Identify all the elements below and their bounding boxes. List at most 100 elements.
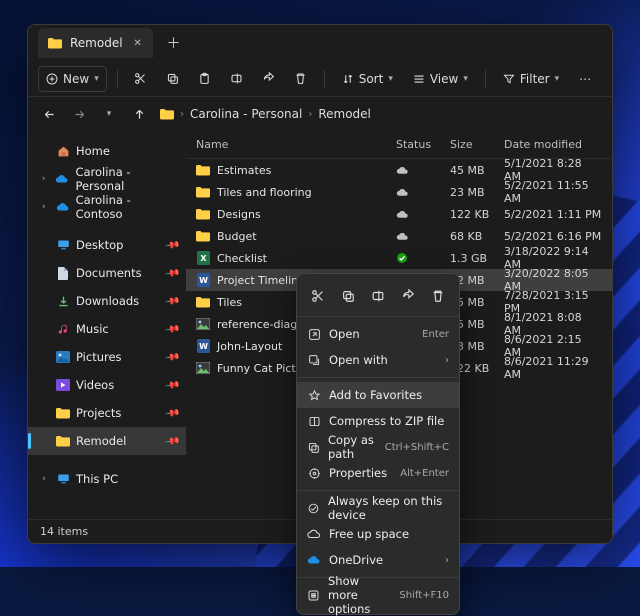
- sidebar-item-documents[interactable]: Documents📌: [28, 259, 186, 287]
- ctx-cut-button[interactable]: [306, 284, 330, 308]
- keep-icon: [307, 501, 320, 515]
- picture-icon: [56, 350, 70, 364]
- tab-remodel[interactable]: Remodel ✕: [38, 28, 153, 58]
- sidebar-item-home[interactable]: Home: [28, 137, 186, 165]
- breadcrumb-segment[interactable]: Carolina - Personal: [190, 107, 302, 121]
- sort-label: Sort: [359, 72, 384, 86]
- breadcrumb[interactable]: › Carolina - Personal › Remodel: [160, 107, 371, 121]
- ctx-share-button[interactable]: [396, 284, 420, 308]
- sidebar-item-label: Documents: [76, 266, 142, 280]
- file-name: Checklist: [217, 252, 267, 265]
- image-icon: [196, 361, 210, 375]
- ctx-compress-zip[interactable]: Compress to ZIP file: [297, 408, 459, 434]
- tab-close-icon[interactable]: ✕: [131, 36, 145, 50]
- col-name[interactable]: Name: [186, 138, 396, 151]
- ctx-rename-button[interactable]: [366, 284, 390, 308]
- table-row[interactable]: Budget68 KB5/2/2021 6:16 PM: [186, 225, 612, 247]
- ctx-copy-button[interactable]: [336, 284, 360, 308]
- ctx-free-up-space[interactable]: Free up space: [297, 521, 459, 547]
- ctx-open[interactable]: Open Enter: [297, 321, 459, 347]
- separator: [117, 70, 118, 88]
- view-button[interactable]: View ▾: [406, 66, 475, 92]
- share-icon: [262, 72, 275, 85]
- onedrive-icon: [307, 553, 321, 567]
- size-cell: 23 MB: [450, 186, 504, 199]
- ctx-always-keep[interactable]: Always keep on this device: [297, 495, 459, 521]
- date-cell: 8/6/2021 11:29 AM: [504, 355, 612, 381]
- sort-button[interactable]: Sort ▾: [335, 66, 400, 92]
- ctx-label: Open: [329, 327, 360, 341]
- sidebar-item-label: Music: [76, 322, 109, 336]
- filter-button[interactable]: Filter ▾: [496, 66, 566, 92]
- expand-icon[interactable]: ›: [38, 202, 50, 212]
- sidebar-item-pictures[interactable]: Pictures📌: [28, 343, 186, 371]
- sidebar-item-projects[interactable]: Projects📌: [28, 399, 186, 427]
- back-button[interactable]: [36, 101, 62, 127]
- recent-dropdown[interactable]: ▾: [96, 101, 122, 127]
- more-button[interactable]: ⋯: [572, 66, 598, 92]
- chevron-down-icon: ▾: [555, 74, 560, 84]
- tab-label: Remodel: [70, 36, 123, 50]
- sidebar-item-label: Videos: [76, 378, 114, 392]
- pin-icon: 📌: [164, 405, 181, 421]
- new-tab-button[interactable]: ＋: [161, 30, 187, 56]
- open-with-icon: [307, 353, 321, 367]
- expand-icon[interactable]: ›: [38, 174, 49, 184]
- forward-button[interactable]: [66, 101, 92, 127]
- column-headers[interactable]: Name Status Size Date modified: [186, 131, 612, 159]
- size-cell: 122 KB: [450, 208, 504, 221]
- ctx-delete-button[interactable]: [426, 284, 450, 308]
- sidebar-item-desktop[interactable]: Desktop📌: [28, 231, 186, 259]
- folder-icon: [196, 295, 210, 309]
- folder-icon: [56, 406, 70, 420]
- breadcrumb-segment[interactable]: Remodel: [318, 107, 371, 121]
- sidebar-item-videos[interactable]: Videos📌: [28, 371, 186, 399]
- filter-icon: [503, 73, 515, 85]
- ctx-shortcut: Shift+F10: [399, 590, 449, 601]
- chevron-right-icon: ›: [308, 109, 312, 120]
- sidebar-item-onedrive-contoso[interactable]: › Carolina - Contoso: [28, 193, 186, 221]
- ctx-onedrive[interactable]: OneDrive ›: [297, 547, 459, 573]
- table-row[interactable]: Designs122 KB5/2/2021 1:11 PM: [186, 203, 612, 225]
- status-cell: [396, 210, 450, 219]
- delete-button[interactable]: [288, 66, 314, 92]
- separator: [485, 70, 486, 88]
- col-size[interactable]: Size: [450, 138, 504, 151]
- date-cell: 5/2/2021 11:55 AM: [504, 179, 612, 205]
- plus-icon: [46, 73, 58, 85]
- file-name: Tiles: [217, 296, 242, 309]
- ctx-label: Add to Favorites: [329, 388, 422, 402]
- navigation-pane: Home › Carolina - Personal › Carolina - …: [28, 131, 186, 519]
- copy-button[interactable]: [160, 66, 186, 92]
- ctx-open-with[interactable]: Open with ›: [297, 347, 459, 373]
- new-button[interactable]: New ▾: [38, 66, 107, 92]
- paste-button[interactable]: [192, 66, 218, 92]
- share-button[interactable]: [256, 66, 282, 92]
- table-row[interactable]: Tiles and flooring23 MB5/2/2021 11:55 AM: [186, 181, 612, 203]
- col-status[interactable]: Status: [396, 138, 450, 151]
- ctx-label: Always keep on this device: [328, 494, 449, 522]
- pin-icon: 📌: [164, 433, 181, 449]
- ctx-add-to-favorites[interactable]: Add to Favorites: [297, 382, 459, 408]
- sidebar-item-music[interactable]: Music📌: [28, 315, 186, 343]
- sidebar-item-remodel[interactable]: Remodel📌: [28, 427, 186, 455]
- ctx-show-more[interactable]: Show more options Shift+F10: [297, 582, 459, 608]
- table-row[interactable]: Estimates45 MB5/1/2021 8:28 AM: [186, 159, 612, 181]
- rename-button[interactable]: [224, 66, 250, 92]
- separator: [297, 490, 459, 491]
- table-row[interactable]: XChecklist1.3 GB3/18/2022 9:14 AM: [186, 247, 612, 269]
- sidebar-item-this-pc[interactable]: › This PC: [28, 465, 186, 493]
- sidebar-item-downloads[interactable]: Downloads📌: [28, 287, 186, 315]
- ctx-copy-as-path[interactable]: Copy as path Ctrl+Shift+C: [297, 434, 459, 460]
- folder-icon: [196, 185, 210, 199]
- pc-icon: [56, 472, 70, 486]
- ctx-properties[interactable]: Properties Alt+Enter: [297, 460, 459, 486]
- cut-button[interactable]: [128, 66, 154, 92]
- folder-icon: [160, 107, 174, 121]
- expand-icon[interactable]: ›: [38, 474, 50, 484]
- col-date[interactable]: Date modified: [504, 138, 612, 151]
- word-icon: W: [196, 273, 210, 287]
- sidebar-item-onedrive-personal[interactable]: › Carolina - Personal: [28, 165, 186, 193]
- up-button[interactable]: [126, 101, 152, 127]
- context-menu: Open Enter Open with › Add to Favorites …: [296, 273, 460, 615]
